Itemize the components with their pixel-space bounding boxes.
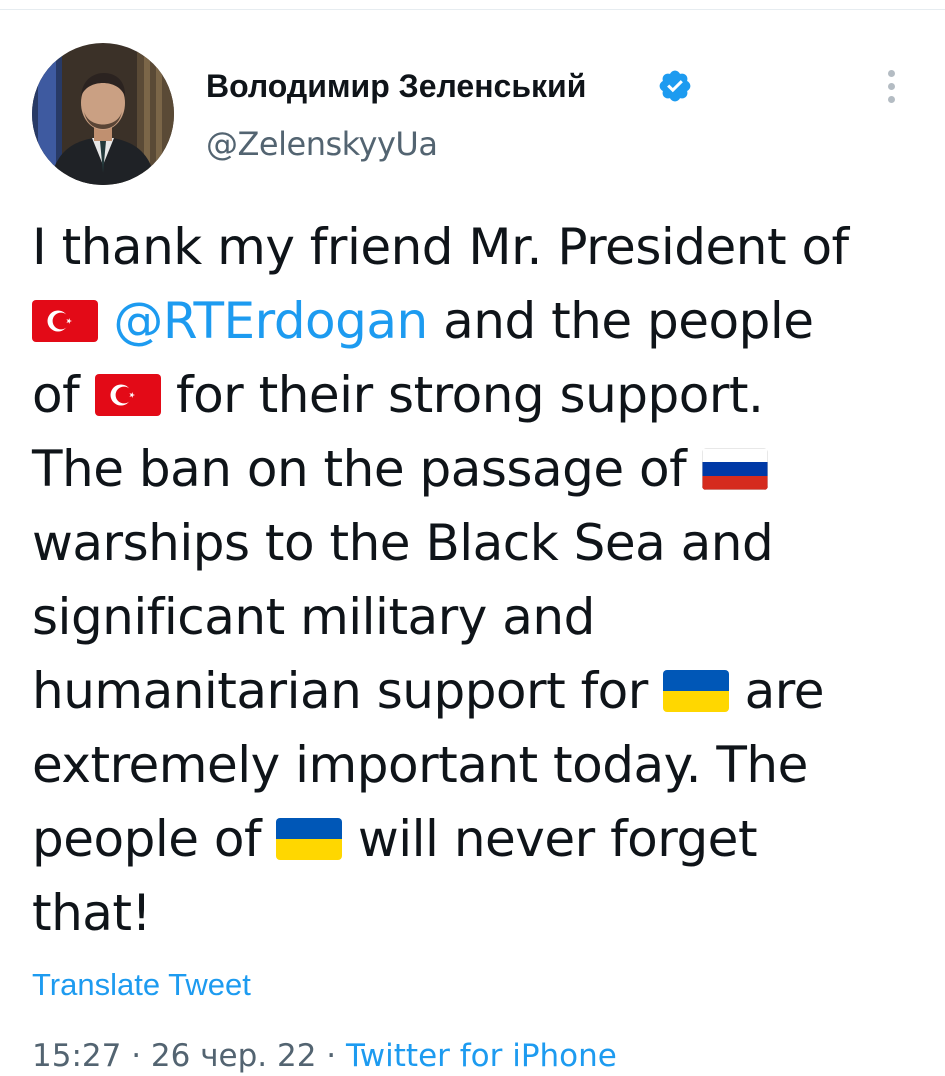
avatar[interactable] xyxy=(32,43,174,185)
more-options-button[interactable] xyxy=(872,66,912,106)
russia-flag-icon xyxy=(701,448,768,490)
ukraine-flag-icon xyxy=(276,818,343,860)
translate-tweet-link[interactable]: Translate Tweet xyxy=(32,965,251,1005)
turkey-flag-icon xyxy=(32,300,98,342)
tweet-line: significant military and xyxy=(32,588,595,646)
top-divider xyxy=(0,0,945,10)
author-handle[interactable]: @ZelenskyyUa xyxy=(206,124,438,164)
tweet-line: @RTErdogan and the people xyxy=(32,284,927,358)
ukraine-flag-icon xyxy=(663,670,730,712)
tweet-line: The ban on the passage of xyxy=(32,432,927,506)
turkey-flag-icon xyxy=(94,374,161,416)
tweet-line: of for their strong support. xyxy=(32,366,764,424)
tweet-source-link[interactable]: Twitter for iPhone xyxy=(346,1038,617,1074)
tweet-meta: 15:27 · 26 чер. 22 · Twitter for iPhone xyxy=(32,1038,617,1074)
tweet-line: that! xyxy=(32,884,152,942)
tweet-text: I thank my friend Mr. President of @RTEr… xyxy=(32,210,927,950)
tweet-line: people of will never forget xyxy=(32,810,758,868)
mention-link[interactable]: @RTErdogan xyxy=(113,292,428,350)
tweet-line: I thank my friend Mr. President of xyxy=(32,218,849,276)
author-name[interactable]: Володимир Зеленський xyxy=(206,66,586,106)
tweet-line: warships to the Black Sea and xyxy=(32,514,774,572)
tweet-time: 15:27 xyxy=(32,1038,122,1074)
tweet-line: humanitarian support for are xyxy=(32,662,824,720)
tweet-date: 26 чер. 22 xyxy=(150,1038,317,1074)
avatar-image xyxy=(32,43,174,185)
verified-badge-icon xyxy=(657,68,693,104)
tweet-line: extremely important today. The xyxy=(32,736,808,794)
